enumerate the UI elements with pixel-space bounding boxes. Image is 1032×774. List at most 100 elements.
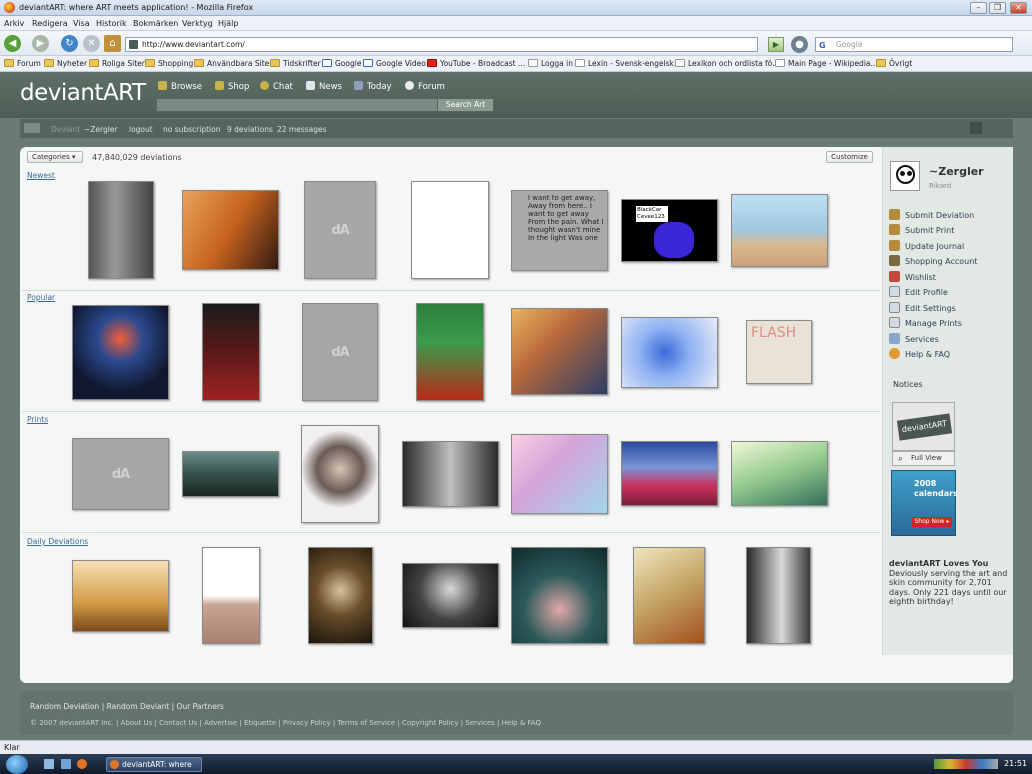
daily-deviation-thumbnail[interactable]: [402, 563, 499, 628]
section-newest[interactable]: Newest: [27, 171, 55, 180]
notice-print-image[interactable]: deviantART: [892, 402, 955, 451]
site-logo[interactable]: deviantART: [20, 80, 146, 106]
bookmark-link[interactable]: Google Video: [363, 59, 426, 68]
deviation-thumbnail[interactable]: [511, 308, 608, 395]
edit-settings-link[interactable]: Edit Settings: [889, 302, 956, 313]
daily-deviation-thumbnail[interactable]: [633, 547, 705, 644]
bookmark-link[interactable]: Main Page - Wikipedia...: [775, 59, 878, 68]
submit-deviation-link[interactable]: Submit Deviation: [889, 209, 974, 220]
daily-deviation-thumbnail[interactable]: [511, 547, 608, 644]
go-button[interactable]: ▶: [768, 37, 784, 52]
search-input[interactable]: G Google: [815, 37, 1013, 52]
url-input[interactable]: http://www.deviantart.com/: [125, 37, 758, 52]
bookmark-folder[interactable]: Shopping: [145, 59, 193, 68]
menu-item-historik[interactable]: Historik: [96, 19, 127, 28]
start-button[interactable]: [6, 755, 28, 774]
nav-shop[interactable]: Shop: [215, 81, 249, 92]
messages-count[interactable]: 22 messages: [277, 125, 327, 134]
footer-links[interactable]: Random Deviation | Random Deviant | Our …: [30, 702, 224, 711]
profile-icon[interactable]: ●: [791, 36, 808, 53]
bookmark-folder[interactable]: Övrigt: [876, 59, 912, 68]
section-daily-deviations[interactable]: Daily Deviations: [27, 537, 88, 546]
manage-prints-link[interactable]: Manage Prints: [889, 317, 962, 328]
help-faq-link[interactable]: Help & FAQ: [889, 348, 950, 359]
menu-item-hjalp[interactable]: Hjälp: [218, 19, 238, 28]
nav-news[interactable]: News: [306, 81, 342, 92]
close-button[interactable]: ✕: [1010, 2, 1027, 14]
print-thumbnail[interactable]: [182, 451, 279, 497]
maximize-button[interactable]: ❐: [989, 2, 1006, 14]
submit-print-link[interactable]: Submit Print: [889, 224, 954, 235]
deviation-thumbnail[interactable]: [731, 194, 828, 267]
footer-legal-links[interactable]: © 2007 deviantART Inc. | About Us | Cont…: [30, 719, 541, 727]
deviation-thumbnail[interactable]: I want to get away, Away from here.. I w…: [511, 190, 608, 271]
bookmark-folder[interactable]: Forum: [4, 59, 41, 68]
shopping-account-link[interactable]: Shopping Account: [889, 255, 977, 266]
daily-deviation-thumbnail[interactable]: [72, 560, 169, 632]
bookmark-folder[interactable]: Användbara Siter: [194, 59, 272, 68]
forward-icon[interactable]: ▶: [32, 35, 49, 52]
bookmark-link[interactable]: YouTube - Broadcast ...: [427, 59, 525, 68]
deviation-thumbnail[interactable]: dA: [302, 303, 378, 401]
deviation-thumbnail[interactable]: [621, 317, 718, 388]
nav-forum[interactable]: Forum: [405, 81, 445, 92]
deviation-thumbnail[interactable]: dA: [304, 181, 376, 279]
reload-icon[interactable]: ↻: [61, 35, 78, 52]
menu-item-visa[interactable]: Visa: [73, 19, 90, 28]
wishlist-link[interactable]: Wishlist: [889, 271, 936, 282]
menu-item-verktyg[interactable]: Verktyg: [182, 19, 213, 28]
user-link[interactable]: ~Zergler: [84, 125, 118, 134]
print-thumbnail[interactable]: dA: [72, 438, 169, 510]
daily-deviation-thumbnail[interactable]: [746, 547, 811, 644]
nav-browse[interactable]: Browse: [158, 81, 202, 92]
messages-icon[interactable]: [970, 122, 982, 134]
bookmark-link[interactable]: Logga in: [528, 59, 573, 68]
deviations-count[interactable]: 9 deviations: [227, 125, 273, 134]
bookmark-link[interactable]: Lexin - Svensk-engelsk...: [575, 59, 681, 68]
bookmark-folder[interactable]: Roliga Siter: [89, 59, 145, 68]
menu-item-bokmarken[interactable]: Bokmärken: [133, 19, 178, 28]
art-search-input[interactable]: [156, 98, 439, 112]
profile-username[interactable]: ~Zergler: [929, 165, 984, 178]
bookmark-link[interactable]: Google: [322, 59, 361, 68]
system-tray-icons[interactable]: [934, 759, 998, 769]
calendar-ad[interactable]: 2008 calendars Shop Now ▸: [891, 470, 958, 536]
print-thumbnail[interactable]: [511, 434, 608, 514]
services-link[interactable]: Services: [889, 333, 939, 344]
avatar[interactable]: [890, 161, 920, 191]
print-thumbnail[interactable]: [621, 441, 718, 506]
edit-profile-link[interactable]: Edit Profile: [889, 286, 948, 297]
nav-today[interactable]: Today: [354, 81, 392, 92]
menu-item-arkiv[interactable]: Arkiv: [4, 19, 24, 28]
categories-dropdown[interactable]: Categories ▾: [27, 151, 83, 163]
show-desktop-icon[interactable]: [44, 759, 54, 769]
menu-item-redigera[interactable]: Redigera: [32, 19, 68, 28]
subscription-status[interactable]: no subscription: [163, 125, 220, 134]
print-thumbnail[interactable]: [301, 425, 379, 523]
deviation-thumbnail[interactable]: [88, 181, 154, 279]
nav-chat[interactable]: Chat: [260, 81, 293, 92]
section-popular[interactable]: Popular: [27, 293, 55, 302]
deviation-thumbnail[interactable]: BlackCar Cevee123: [621, 199, 718, 262]
deviation-thumbnail[interactable]: FLASH: [746, 320, 812, 384]
daily-deviation-thumbnail[interactable]: [202, 547, 260, 644]
search-art-button[interactable]: Search Art: [437, 98, 494, 112]
deviation-thumbnail[interactable]: [416, 303, 484, 401]
section-prints[interactable]: Prints: [27, 415, 48, 424]
deviation-thumbnail[interactable]: [72, 305, 169, 400]
customize-button[interactable]: Customize: [826, 151, 873, 163]
deviation-thumbnail[interactable]: [182, 190, 279, 270]
bookmark-folder[interactable]: Tidskrifter: [270, 59, 321, 68]
daily-deviation-thumbnail[interactable]: [308, 547, 373, 644]
print-thumbnail[interactable]: [402, 441, 499, 507]
back-icon[interactable]: ◀: [4, 35, 21, 52]
switch-windows-icon[interactable]: [61, 759, 71, 769]
bookmark-folder[interactable]: Nyheter: [44, 59, 87, 68]
print-thumbnail[interactable]: [731, 441, 828, 506]
taskbar-firefox-window[interactable]: deviantART: where A...: [106, 757, 202, 774]
minimize-button[interactable]: –: [970, 2, 987, 14]
update-journal-link[interactable]: Update Journal: [889, 240, 964, 251]
deviation-thumbnail[interactable]: [411, 181, 489, 279]
firefox-quicklaunch-icon[interactable]: [77, 759, 87, 769]
stop-icon[interactable]: ✕: [83, 35, 100, 52]
